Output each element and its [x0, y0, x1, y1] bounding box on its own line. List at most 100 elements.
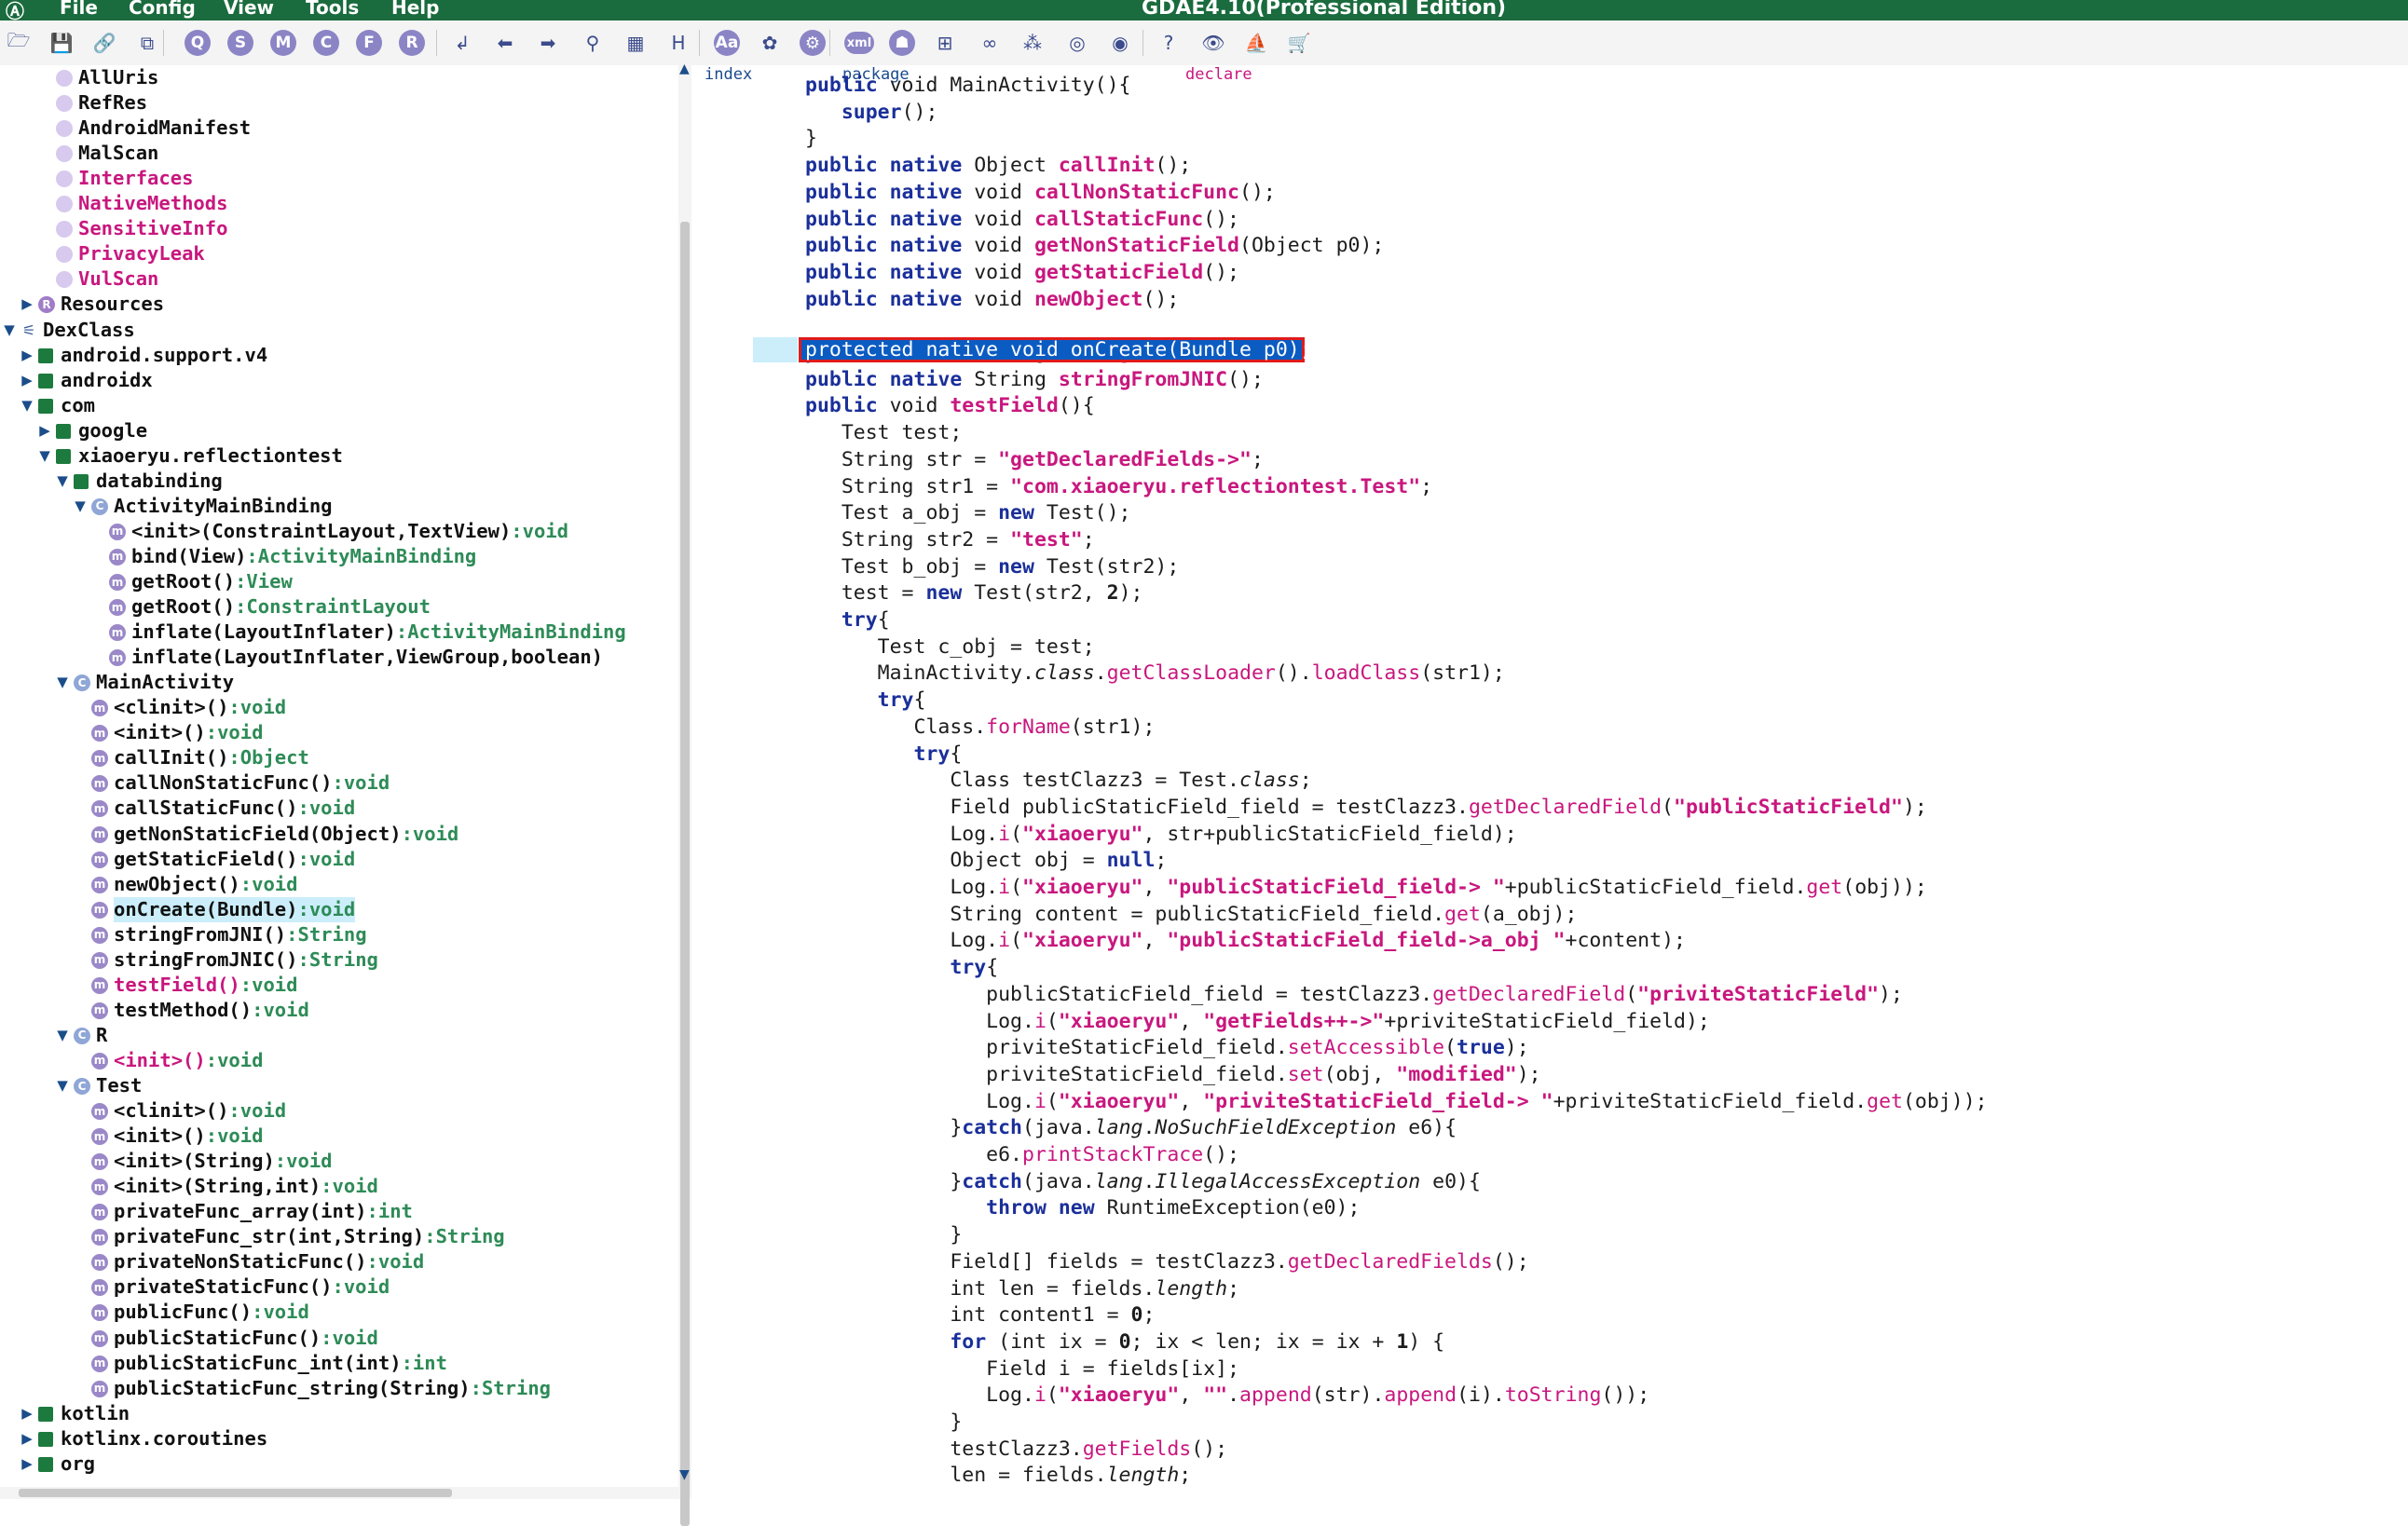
tree-node[interactable]: m getRoot():ConstraintLayout	[0, 594, 680, 620]
infinity-icon[interactable]: ∞	[975, 28, 1005, 58]
code-line[interactable]: String str2 = "test";	[805, 527, 1095, 553]
code-line[interactable]: int content1 = 0;	[805, 1302, 1155, 1328]
tree-node[interactable]: AndroidManifest	[0, 116, 680, 141]
help-icon[interactable]: ?	[1154, 28, 1183, 58]
tree-node[interactable]: m privateNonStaticFunc():void	[0, 1249, 680, 1274]
code-line[interactable]: Log.i("xiaoeryu", str+publicStaticField_…	[805, 822, 1516, 848]
code-line[interactable]: Test a_obj = new Test();	[805, 500, 1131, 526]
tree-node[interactable]: m getNonStaticField(Object):void	[0, 822, 680, 847]
ring-icon[interactable]: ◎	[1062, 28, 1092, 58]
tree-node[interactable]: ▶ android.support.v4	[0, 343, 680, 368]
jump-icon[interactable]: ↲	[447, 28, 477, 58]
tree-scroll-thumb[interactable]	[680, 222, 690, 1526]
expand-toggle-right-icon[interactable]: ▶	[20, 1401, 34, 1426]
query-c-icon[interactable]: C	[311, 28, 341, 58]
tree-node[interactable]: SensitiveInfo	[0, 216, 680, 241]
tree-node[interactable]: ▼ C ActivityMainBinding	[0, 494, 680, 519]
xml-icon[interactable]: xml	[844, 28, 874, 58]
expand-toggle-down-icon[interactable]: ▼	[37, 443, 52, 469]
code-line[interactable]: String content = publicStaticField_field…	[805, 902, 1577, 928]
code-line[interactable]: Log.i("xiaoeryu", "priviteStaticField_fi…	[805, 1089, 1987, 1115]
tree-node[interactable]: ▶ google	[0, 418, 680, 443]
tree-node[interactable]: ▼ C R	[0, 1023, 680, 1048]
package-icon[interactable]: ⧉	[132, 28, 162, 58]
code-line[interactable]: Test test;	[805, 420, 962, 446]
network-icon[interactable]: ⁂	[1018, 28, 1047, 58]
eye-icon[interactable]: 👁	[1198, 28, 1228, 58]
code-line[interactable]: Object obj = null;	[805, 848, 1167, 874]
cart-icon[interactable]: 🛒	[1284, 28, 1314, 58]
tree-node[interactable]: m privateStaticFunc():void	[0, 1274, 680, 1300]
code-line[interactable]: Field publicStaticField_field = testClaz…	[805, 795, 1927, 821]
tree-node[interactable]: m getRoot():View	[0, 569, 680, 594]
tree-node[interactable]: m <init>():void	[0, 720, 680, 745]
code-line[interactable]: Test b_obj = new Test(str2);	[805, 554, 1179, 580]
code-line[interactable]: Field[] fields = testClazz3.getDeclaredF…	[805, 1249, 1528, 1275]
code-line[interactable]: throw new RuntimeException(e0);	[805, 1195, 1360, 1221]
tree-node[interactable]: NativeMethods	[0, 191, 680, 216]
open-folder-icon[interactable]: 🗁	[4, 28, 34, 58]
tree-node[interactable]: m <clinit>():void	[0, 1098, 680, 1124]
tree-node[interactable]: ▶ androidx	[0, 368, 680, 393]
forward-arrow-icon[interactable]: ➡	[533, 28, 563, 58]
expand-toggle-right-icon[interactable]: ▶	[20, 343, 34, 368]
hex-h-icon[interactable]: H	[664, 28, 693, 58]
code-line[interactable]: public native String stringFromJNIC();	[805, 367, 1264, 393]
expand-toggle-right-icon[interactable]: ▶	[20, 368, 34, 393]
menu-help[interactable]: Help	[391, 0, 439, 19]
tree-node[interactable]: PrivacyLeak	[0, 241, 680, 266]
menu-tools[interactable]: Tools	[306, 0, 359, 19]
expand-toggle-down-icon[interactable]: ▼	[55, 1023, 70, 1048]
tree-node[interactable]: m <init>():void	[0, 1124, 680, 1149]
code-line[interactable]: String str = "getDeclaredFields->";	[805, 447, 1264, 473]
tree-node[interactable]: m privateFunc_array(int):int	[0, 1199, 680, 1224]
code-line[interactable]: priviteStaticField_field.set(obj, "modif…	[805, 1062, 1540, 1088]
tree-node[interactable]: ▶ org	[0, 1451, 680, 1477]
tree-horizontal-scrollbar[interactable]	[0, 1487, 678, 1499]
code-line[interactable]: publicStaticField_field = testClazz3.get…	[805, 982, 1903, 1008]
expand-toggle-down-icon[interactable]: ▼	[73, 494, 88, 519]
tree-node[interactable]: m callNonStaticFunc():void	[0, 770, 680, 796]
code-line[interactable]: public native void callNonStaticFunc();	[805, 180, 1276, 206]
code-line[interactable]: e6.printStackTrace();	[805, 1142, 1239, 1168]
tree-node[interactable]: m callInit():Object	[0, 745, 680, 770]
code-line[interactable]: public native void getNonStaticField(Obj…	[805, 233, 1384, 259]
tree-node[interactable]: ▼ ⚟ DexClass	[0, 318, 680, 343]
tree-node[interactable]: m <init>(String,int):void	[0, 1174, 680, 1199]
tree-node[interactable]: AllUris	[0, 65, 680, 90]
code-line[interactable]: }	[805, 126, 817, 152]
tree-node[interactable]: m callStaticFunc():void	[0, 796, 680, 821]
tree-node[interactable]: m <clinit>():void	[0, 695, 680, 720]
tree-node[interactable]: ▼ C MainActivity	[0, 670, 680, 695]
class-tree-panel[interactable]: AllUris RefRes AndroidManifest MalScan Inter…	[0, 65, 680, 1499]
expand-toggle-right-icon[interactable]: ▶	[20, 1451, 34, 1477]
query-r-icon[interactable]: R	[397, 28, 427, 58]
code-line[interactable]: Field i = fields[ix];	[805, 1356, 1239, 1383]
tree-node[interactable]: m privateFunc_str(int,String):String	[0, 1224, 680, 1249]
selected-code-line[interactable]: protected native void onCreate(Bundle p0…	[799, 337, 1333, 362]
menu-view[interactable]: View	[224, 0, 274, 19]
code-line[interactable]: }catch(java.lang.NoSuchFieldException e6…	[805, 1115, 1457, 1141]
tree-node[interactable]: RefRes	[0, 90, 680, 116]
query-f-icon[interactable]: F	[354, 28, 384, 58]
tree-node[interactable]: m getStaticField():void	[0, 847, 680, 872]
android-icon[interactable]: ☗	[887, 28, 917, 58]
code-line[interactable]: try{	[805, 607, 890, 634]
expand-toggle-down-icon[interactable]: ▼	[55, 1073, 70, 1098]
link-icon[interactable]: 🔗	[89, 28, 119, 58]
tree-node[interactable]: ▼ xiaoeryu.reflectiontest	[0, 443, 680, 469]
tree-hscroll-thumb[interactable]	[19, 1489, 452, 1497]
expand-toggle-down-icon[interactable]: ▼	[20, 393, 34, 418]
code-line[interactable]: public native Object callInit();	[805, 153, 1191, 179]
code-line[interactable]: try{	[805, 742, 963, 768]
menu-config[interactable]: Config	[129, 0, 196, 19]
code-line[interactable]: for (int ix = 0; ix < len; ix = ix + 1) …	[805, 1329, 1444, 1356]
scroll-down-arrow-icon[interactable]: ▼	[679, 1467, 690, 1482]
code-line[interactable]: MainActivity.class.getClassLoader().load…	[805, 661, 1505, 687]
tree-node[interactable]: m testField():void	[0, 973, 680, 998]
code-line[interactable]: try{	[805, 688, 926, 714]
code-line[interactable]: public native void callStaticFunc();	[805, 207, 1239, 233]
tree-node[interactable]: m <init>(String):void	[0, 1149, 680, 1174]
tree-node[interactable]: ▼ com	[0, 393, 680, 418]
code-line[interactable]: priviteStaticField_field.setAccessible(t…	[805, 1035, 1529, 1061]
